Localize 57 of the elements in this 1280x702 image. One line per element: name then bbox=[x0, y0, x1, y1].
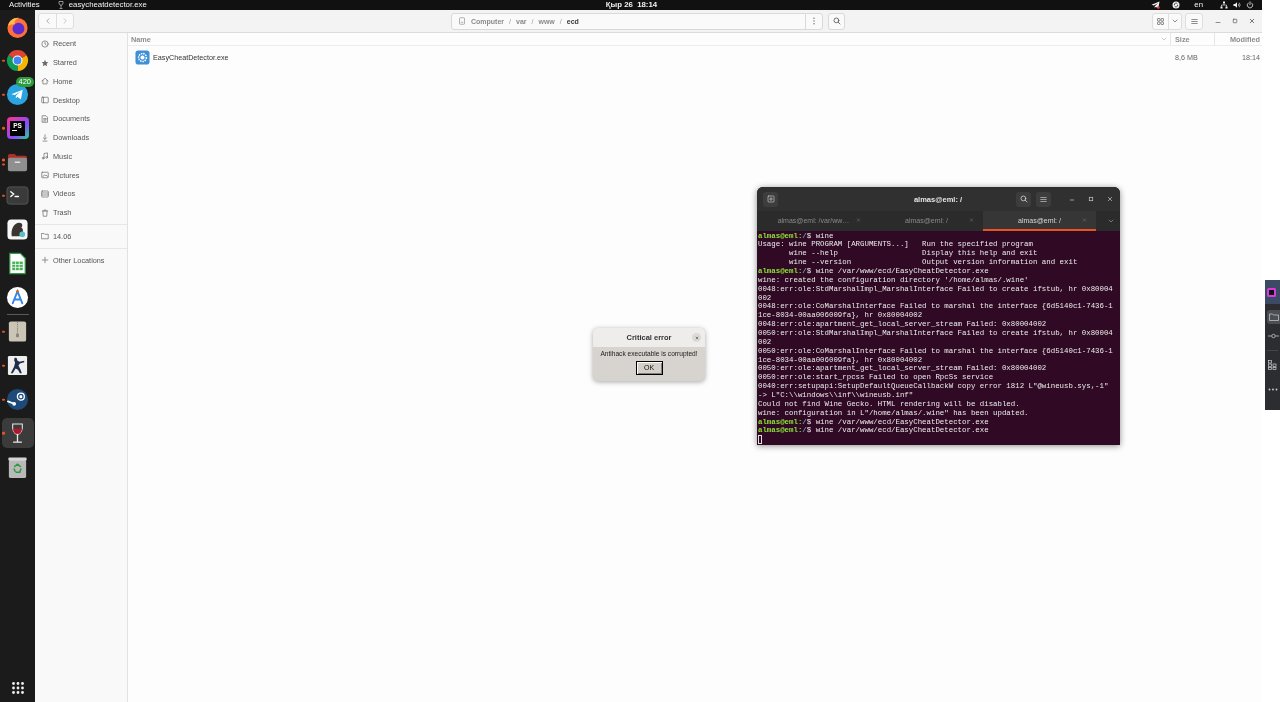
volume-icon[interactable] bbox=[1233, 1, 1241, 9]
download-icon bbox=[41, 133, 49, 142]
new-tab-icon bbox=[766, 195, 775, 203]
archive-icon bbox=[6, 320, 29, 344]
game-launcher-icon bbox=[6, 388, 29, 412]
menu-icon bbox=[1190, 17, 1198, 25]
paper-plane-icon bbox=[6, 83, 29, 107]
close-icon[interactable] bbox=[1249, 18, 1255, 24]
store-icon bbox=[6, 285, 29, 309]
recycle-bin-icon bbox=[6, 455, 29, 479]
chevron-down-icon bbox=[1161, 36, 1167, 42]
round-browser-icon bbox=[6, 49, 29, 73]
app-grid-icon[interactable] bbox=[11, 682, 24, 694]
network-icon[interactable] bbox=[1220, 1, 1228, 9]
menu-icon bbox=[1040, 195, 1047, 203]
text-cursor bbox=[758, 435, 763, 444]
search-button[interactable] bbox=[828, 12, 845, 30]
menu-button[interactable] bbox=[1036, 191, 1051, 207]
commit-icon[interactable] bbox=[1268, 333, 1279, 339]
document-icon bbox=[41, 114, 49, 123]
chevron-right-icon bbox=[62, 18, 68, 24]
chevron-left-icon bbox=[44, 18, 51, 24]
terminal-icon bbox=[6, 184, 29, 208]
dock-item[interactable] bbox=[1, 418, 34, 449]
folder-icon bbox=[41, 232, 49, 241]
home-icon bbox=[41, 77, 49, 86]
folder-icon[interactable] bbox=[1269, 313, 1279, 321]
sync-icon[interactable] bbox=[1172, 1, 1181, 9]
paper-plane-icon[interactable] bbox=[1151, 1, 1161, 9]
close-icon bbox=[694, 335, 699, 340]
gear-icon bbox=[135, 49, 150, 65]
star-icon bbox=[41, 58, 49, 67]
film-icon bbox=[41, 189, 49, 198]
trash-icon bbox=[41, 208, 49, 217]
soldier-icon bbox=[6, 354, 29, 378]
power-icon[interactable] bbox=[1246, 1, 1254, 9]
music-note-icon bbox=[41, 152, 49, 161]
structure-icon[interactable] bbox=[1268, 360, 1277, 370]
search-icon bbox=[1019, 195, 1028, 203]
app-logo-icon[interactable] bbox=[1267, 287, 1276, 297]
clock-icon bbox=[41, 39, 49, 48]
image-icon bbox=[41, 171, 49, 180]
search-icon bbox=[832, 17, 841, 25]
search-button[interactable] bbox=[1016, 191, 1031, 207]
desktop-icon bbox=[41, 96, 49, 105]
grid-view-icon bbox=[1157, 17, 1164, 25]
plus-icon bbox=[41, 256, 49, 265]
drawing-app-icon bbox=[6, 218, 29, 242]
close-button[interactable] bbox=[692, 333, 701, 342]
drive-icon bbox=[458, 17, 466, 25]
chevron-down-icon bbox=[1172, 18, 1178, 24]
maximize-icon[interactable] bbox=[1232, 18, 1238, 24]
spreadsheet-icon bbox=[6, 252, 29, 276]
new-tab-button[interactable] bbox=[763, 191, 778, 207]
browser-icon bbox=[6, 15, 29, 39]
more-icon[interactable] bbox=[1268, 387, 1278, 391]
chevron-down-icon[interactable] bbox=[1108, 218, 1114, 224]
